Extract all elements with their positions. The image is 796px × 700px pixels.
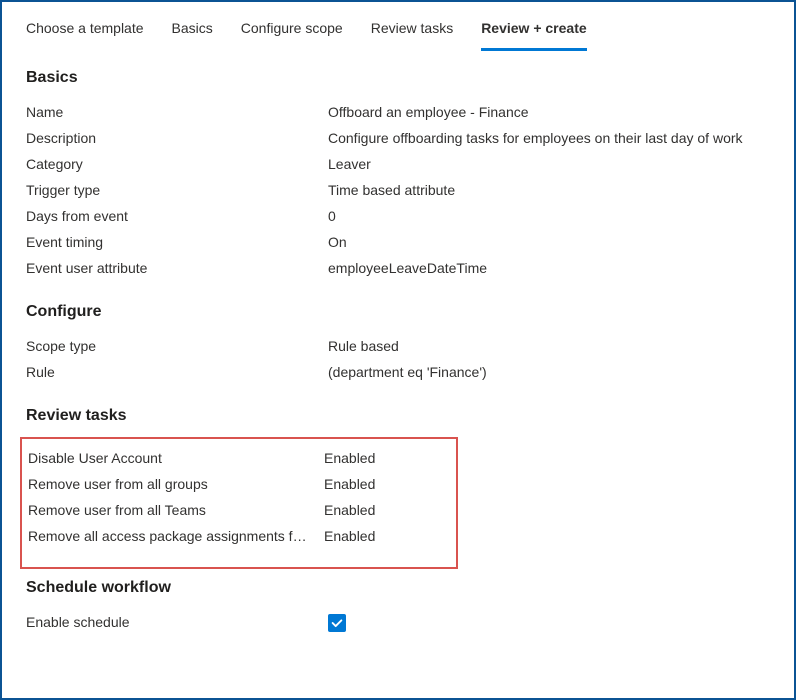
tab-bar: Choose a template Basics Configure scope… [2, 2, 794, 51]
label-rule: Rule [26, 364, 328, 380]
task-row: Remove user from all Teams Enabled [28, 497, 450, 523]
row-event-user-attribute: Event user attribute employeeLeaveDateTi… [26, 255, 770, 281]
content-area: Basics Name Offboard an employee - Finan… [2, 51, 794, 638]
value-trigger-type: Time based attribute [328, 182, 770, 198]
task-name: Remove user from all Teams [28, 502, 324, 518]
tab-configure-scope[interactable]: Configure scope [241, 14, 343, 51]
label-event-user-attribute: Event user attribute [26, 260, 328, 276]
row-days-from-event: Days from event 0 [26, 203, 770, 229]
value-category: Leaver [328, 156, 770, 172]
tab-review-tasks[interactable]: Review tasks [371, 14, 453, 51]
section-title-configure: Configure [26, 303, 770, 321]
value-rule: (department eq 'Finance') [328, 364, 770, 380]
row-scope-type: Scope type Rule based [26, 333, 770, 359]
row-rule: Rule (department eq 'Finance') [26, 359, 770, 385]
tab-basics[interactable]: Basics [172, 14, 213, 51]
label-category: Category [26, 156, 328, 172]
task-status: Enabled [324, 476, 450, 492]
value-event-user-attribute: employeeLeaveDateTime [328, 260, 770, 276]
label-days-from-event: Days from event [26, 208, 328, 224]
label-scope-type: Scope type [26, 338, 328, 354]
value-scope-type: Rule based [328, 338, 770, 354]
label-description: Description [26, 130, 328, 146]
label-event-timing: Event timing [26, 234, 328, 250]
label-trigger-type: Trigger type [26, 182, 328, 198]
tab-choose-template[interactable]: Choose a template [26, 14, 144, 51]
task-row: Remove all access package assignments f…… [28, 523, 450, 549]
value-days-from-event: 0 [328, 208, 770, 224]
value-event-timing: On [328, 234, 770, 250]
row-description: Description Configure offboarding tasks … [26, 125, 770, 151]
task-row: Remove user from all groups Enabled [28, 471, 450, 497]
row-enable-schedule: Enable schedule [26, 609, 770, 638]
row-event-timing: Event timing On [26, 229, 770, 255]
section-title-review-tasks: Review tasks [26, 407, 770, 425]
value-enable-schedule [328, 614, 770, 633]
value-name: Offboard an employee - Finance [328, 104, 770, 120]
task-name: Remove user from all groups [28, 476, 324, 492]
task-status: Enabled [324, 528, 450, 544]
label-enable-schedule: Enable schedule [26, 614, 328, 630]
tab-review-create[interactable]: Review + create [481, 14, 586, 51]
review-tasks-highlight-box: Disable User Account Enabled Remove user… [20, 437, 458, 569]
section-title-basics: Basics [26, 69, 770, 87]
task-row: Disable User Account Enabled [28, 445, 450, 471]
section-title-schedule: Schedule workflow [26, 579, 770, 597]
enable-schedule-checkbox[interactable] [328, 614, 346, 632]
task-name: Disable User Account [28, 450, 324, 466]
task-name: Remove all access package assignments f… [28, 528, 324, 544]
value-description: Configure offboarding tasks for employee… [328, 130, 770, 146]
row-name: Name Offboard an employee - Finance [26, 99, 770, 125]
task-status: Enabled [324, 502, 450, 518]
checkmark-icon [330, 616, 344, 630]
label-name: Name [26, 104, 328, 120]
row-trigger-type: Trigger type Time based attribute [26, 177, 770, 203]
row-category: Category Leaver [26, 151, 770, 177]
task-status: Enabled [324, 450, 450, 466]
